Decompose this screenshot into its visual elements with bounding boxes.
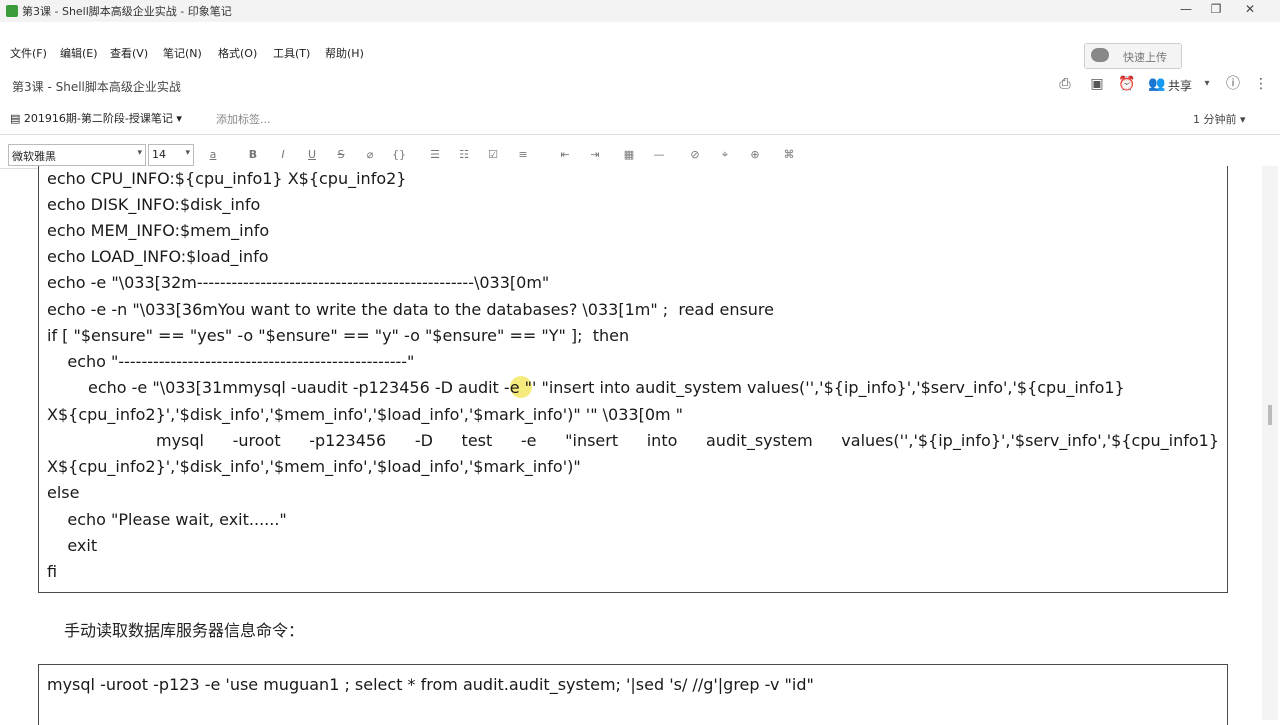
menu-note[interactable]: 笔记(N) bbox=[163, 45, 202, 61]
code-line: else bbox=[47, 483, 80, 502]
menu-help[interactable]: 帮助(H) bbox=[325, 45, 364, 61]
code-line: fi bbox=[47, 562, 58, 581]
strikethrough-icon[interactable]: S bbox=[332, 146, 350, 164]
code-line: echo DISK_INFO:$disk_info bbox=[47, 195, 261, 214]
scrollbar-thumb[interactable] bbox=[1268, 405, 1272, 425]
window-title: 第3课 - Shell脚本高级企业实战 - 印象笔记 bbox=[22, 5, 232, 18]
menu-format[interactable]: 格式(O) bbox=[218, 45, 257, 61]
bullet-list-icon[interactable]: ☰ bbox=[426, 146, 444, 164]
menu-tools[interactable]: 工具(T) bbox=[273, 45, 310, 61]
share-icon[interactable]: 👥 bbox=[1148, 75, 1166, 93]
chevron-down-icon: ▾ bbox=[185, 148, 190, 158]
align-icon[interactable]: ≡ bbox=[514, 146, 532, 164]
link-icon[interactable]: ⊘ bbox=[686, 146, 704, 164]
sync-button[interactable]: 快速上传 bbox=[1084, 43, 1182, 69]
code-line: echo CPU_INFO:${cpu_info1} X${cpu_info2} bbox=[47, 169, 407, 188]
highlight-icon[interactable]: ⌀ bbox=[361, 146, 379, 164]
menu-file[interactable]: 文件(F) bbox=[10, 45, 47, 61]
reminder-icon[interactable]: ⏰ bbox=[1118, 75, 1136, 93]
code-block[interactable] bbox=[38, 664, 1228, 725]
minimize-button[interactable]: — bbox=[1176, 2, 1196, 16]
shortcut-icon[interactable]: ⌘ bbox=[780, 146, 798, 164]
numbered-list-icon[interactable]: ☷ bbox=[455, 146, 473, 164]
font-size-value: 14 bbox=[152, 148, 166, 161]
updated-time: 1 分钟前 ▾ bbox=[1193, 113, 1246, 126]
code-line: echo "Please wait, exit......" bbox=[47, 510, 287, 529]
cloud-icon bbox=[1091, 48, 1109, 62]
code-line: echo -e "\033[31mmysql -uaudit -p123456 … bbox=[88, 378, 1125, 397]
font-size-select[interactable]: 14 ▾ bbox=[148, 144, 194, 166]
code-line: echo MEM_INFO:$mem_info bbox=[47, 221, 270, 240]
location-icon[interactable]: ⌖ bbox=[716, 146, 734, 164]
share-button[interactable]: 共享 bbox=[1168, 77, 1192, 94]
code-line: X${cpu_info2}','$disk_info','$mem_info',… bbox=[47, 405, 684, 424]
notebook-selector[interactable]: ▤ 201916期-第二阶段-授课笔记 ▾ bbox=[10, 110, 182, 126]
underline-icon[interactable]: U bbox=[303, 146, 321, 164]
font-family-value: 微软雅黑 bbox=[12, 150, 56, 163]
note-paragraph[interactable]: 手动读取数据库服务器信息命令： bbox=[64, 617, 304, 641]
code-line: echo -e -n "\033[36mYou want to write th… bbox=[47, 300, 774, 319]
outdent-icon[interactable]: ⇤ bbox=[556, 146, 574, 164]
chevron-down-icon: ▾ bbox=[137, 148, 142, 158]
note-breadcrumb: 第3课 - Shell脚本高级企业实战 bbox=[12, 80, 181, 94]
info-icon[interactable]: ⓘ bbox=[1224, 75, 1242, 93]
divider bbox=[0, 168, 38, 169]
horizontal-rule-icon[interactable]: — bbox=[650, 146, 668, 164]
present-icon[interactable]: ▣ bbox=[1088, 75, 1106, 93]
code-line: echo -e "\033[32m-----------------------… bbox=[47, 273, 550, 292]
app-logo-icon bbox=[6, 5, 18, 17]
code-line: if [ "$ensure" == "yes" -o "$ensure" == … bbox=[47, 326, 630, 345]
close-button[interactable]: ✕ bbox=[1240, 2, 1260, 16]
scrollbar[interactable] bbox=[1262, 166, 1278, 720]
menu-edit[interactable]: 编辑(E) bbox=[60, 45, 98, 61]
menu-view[interactable]: 查看(V) bbox=[110, 45, 148, 61]
divider bbox=[0, 134, 1280, 135]
maximize-button[interactable]: ❐ bbox=[1206, 2, 1226, 16]
code-line: exit bbox=[47, 536, 98, 555]
checkbox-icon[interactable]: ☑ bbox=[484, 146, 502, 164]
bold-icon[interactable]: B bbox=[244, 146, 262, 164]
insert-icon[interactable]: ⊕ bbox=[746, 146, 764, 164]
more-icon[interactable]: ⋮ bbox=[1252, 75, 1270, 93]
code-line: mysql -uroot -p123456 -D test -e "insert… bbox=[156, 431, 1219, 450]
notebook-name: 201916期-第二阶段-授课笔记 bbox=[23, 112, 173, 125]
indent-icon[interactable]: ⇥ bbox=[586, 146, 604, 164]
code-line: echo "----------------------------------… bbox=[47, 352, 415, 371]
code-line: mysql -uroot -p123 -e 'use muguan1 ; sel… bbox=[47, 675, 814, 694]
code-line: X${cpu_info2}','$disk_info','$mem_info',… bbox=[47, 457, 581, 476]
print-icon[interactable]: ⎙ bbox=[1056, 75, 1074, 93]
table-icon[interactable]: ▦ bbox=[620, 146, 638, 164]
sync-label: 快速上传 bbox=[1123, 51, 1167, 64]
code-icon[interactable]: {} bbox=[390, 146, 408, 164]
add-tag-field[interactable]: 添加标签... bbox=[216, 111, 271, 127]
title-bar: 第3课 - Shell脚本高级企业实战 - 印象笔记 — ❐ ✕ bbox=[0, 0, 1280, 22]
code-line: echo LOAD_INFO:$load_info bbox=[47, 247, 269, 266]
chevron-down-icon[interactable]: ▾ bbox=[1198, 75, 1216, 93]
font-family-select[interactable]: 微软雅黑 ▾ bbox=[8, 144, 146, 166]
italic-icon[interactable]: I bbox=[274, 146, 292, 164]
font-color-icon[interactable]: a bbox=[204, 146, 222, 164]
